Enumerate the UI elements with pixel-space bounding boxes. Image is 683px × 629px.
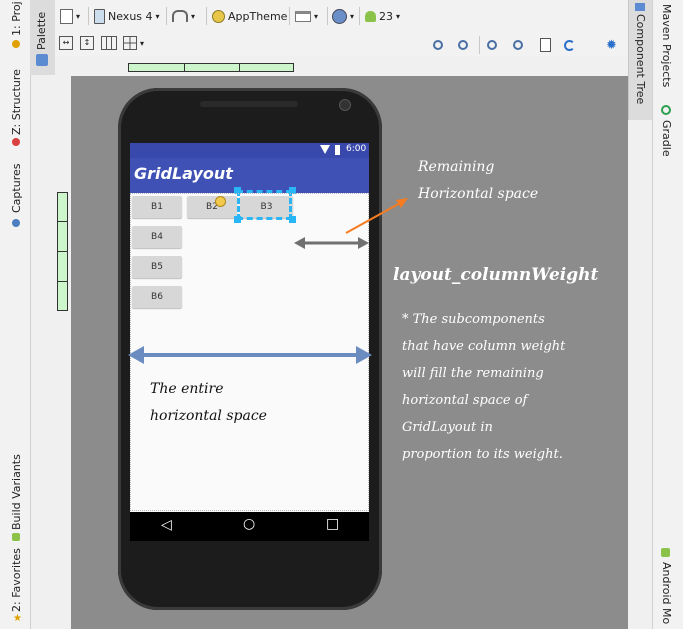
description-line: proportion to its weight. — [402, 447, 563, 462]
remaining-label-line2: Horizontal space — [418, 186, 539, 202]
description-line: GridLayout in — [402, 420, 493, 435]
weight-arrowhead-right — [358, 237, 369, 249]
remaining-label-line1: Remaining — [418, 159, 495, 175]
entire-label-line2: horizontal space — [150, 408, 267, 424]
entire-label-line1: The entire — [150, 381, 224, 397]
description-line: will fill the remaining — [402, 366, 544, 381]
description-line: horizontal space of — [402, 393, 528, 408]
description-line: * The subcomponents — [402, 312, 545, 327]
remaining-arrowhead — [396, 198, 408, 208]
entire-arrowhead-left — [128, 346, 144, 364]
remaining-arrow — [345, 201, 403, 234]
entire-arrowhead-right — [356, 346, 372, 364]
annotation-arrows — [128, 198, 408, 364]
weight-arrowhead-left — [294, 237, 305, 249]
description-line: that have column weight — [402, 339, 566, 354]
property-name: layout_columnWeight — [393, 265, 599, 285]
